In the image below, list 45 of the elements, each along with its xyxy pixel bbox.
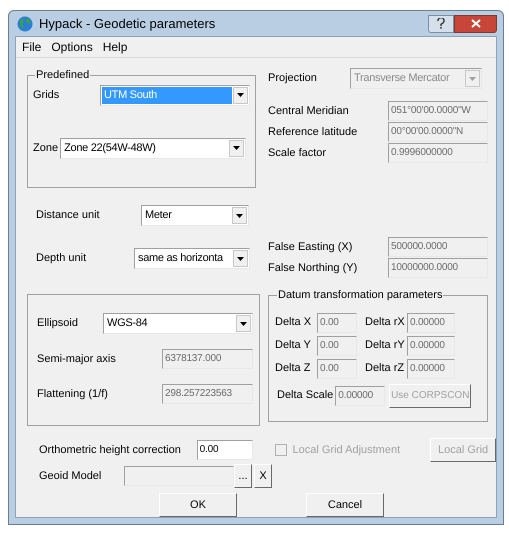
help-button[interactable] <box>428 14 454 32</box>
field-label: Projection <box>268 71 318 86</box>
group-title: Predefined <box>35 68 90 83</box>
field-label: Geoid Model <box>39 468 102 484</box>
field-label: Delta Y <box>275 338 312 354</box>
field-label: False Northing (Y) <box>268 260 358 276</box>
checkbox-label: Local Grid Adjustment <box>292 442 400 458</box>
field-label: Distance unit <box>36 208 101 224</box>
push-button[interactable]: ... <box>234 464 252 488</box>
field-label: Delta Z <box>275 361 312 376</box>
menu-item[interactable]: Options <box>51 38 93 56</box>
dropdown[interactable]: Meter <box>141 205 249 226</box>
push-button[interactable]: X <box>254 464 272 488</box>
dropdown[interactable]: WGS-84 <box>103 313 253 334</box>
text-field[interactable] <box>124 466 234 486</box>
menu-item[interactable]: File <box>22 38 42 56</box>
globe-icon <box>17 16 33 32</box>
dropdown[interactable]: UTM South <box>100 84 250 106</box>
field-label: Reference latitude <box>268 124 358 140</box>
field-label: Delta rZ <box>365 361 406 376</box>
dropdown[interactable]: same as horizonta <box>134 248 250 269</box>
field-label: Flattening (1/f) <box>37 386 109 402</box>
dropdown[interactable]: Zone 22(54W-48W) <box>60 138 246 158</box>
field-label: Delta X <box>275 315 312 330</box>
field-label: Grids <box>33 88 60 103</box>
field-label: Delta Scale <box>277 388 334 404</box>
close-icon <box>470 19 480 28</box>
window-title: Hypack - Geodetic parameters <box>39 14 216 33</box>
push-button[interactable]: OK <box>159 493 237 517</box>
push-button[interactable]: Cancel <box>306 493 384 517</box>
field-label: Central Meridian <box>268 104 350 119</box>
field-label: Delta rY <box>365 338 406 354</box>
menu-item[interactable]: Help <box>102 38 128 56</box>
field-label: Delta rX <box>365 315 406 330</box>
field-label: Scale factor <box>268 146 328 161</box>
field-label: Ellipsoid <box>37 316 79 332</box>
question-icon <box>437 18 445 29</box>
close-button[interactable] <box>454 14 497 32</box>
field-label: Zone <box>33 140 58 156</box>
field-label: Depth unit <box>36 251 88 266</box>
field-label: Semi-major axis <box>37 352 117 367</box>
field-label: False Easting (X) <box>268 240 354 255</box>
field-label: Orthometric height correction <box>39 442 182 458</box>
group-title: Datum transformation parameters <box>277 288 444 303</box>
text-field[interactable]: 0.00 <box>196 440 253 460</box>
